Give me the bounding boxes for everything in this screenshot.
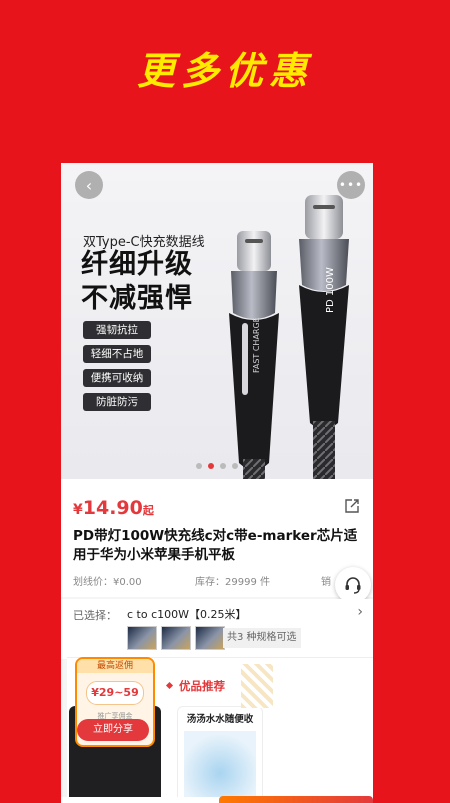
hero-headline-line-2: 不减强悍 xyxy=(81,283,193,314)
recommend-product-card[interactable]: 汤汤水水随便收 xyxy=(177,706,263,803)
spec-thumbnail[interactable] xyxy=(195,626,225,650)
carousel-dots xyxy=(61,463,373,469)
banner-title: 更多优惠 xyxy=(136,48,313,93)
spec-value: c to c100W【0.25米】 xyxy=(127,608,247,621)
more-dots-icon: ••• xyxy=(338,178,364,192)
spec-selector[interactable]: 已选择： c to c100W【0.25米】 › 共3 种规格可选 xyxy=(61,599,373,659)
cable-print-left: FAST CHARGE xyxy=(252,317,261,373)
carousel-dot[interactable] xyxy=(232,463,238,469)
hero-headline-line-1: 纤细升级 xyxy=(81,249,193,280)
share-now-button[interactable]: 立即分享 xyxy=(77,719,149,741)
commission-range: ¥29~59 xyxy=(86,681,144,705)
price: ¥14.90起 xyxy=(73,497,154,519)
back-button[interactable]: ‹ xyxy=(75,171,103,199)
price-suffix: 起 xyxy=(142,504,154,517)
carousel-dot-active[interactable] xyxy=(208,463,214,469)
carousel-dot[interactable] xyxy=(196,463,202,469)
recommend-title: 优品推荐 xyxy=(179,679,225,693)
product-info: ¥14.90起 PD带灯100W快充线c对c带e-marker芯片适用于华为小米… xyxy=(61,479,373,597)
hero-headline: 纤细升级 不减强悍 xyxy=(81,248,193,316)
customer-service-button[interactable] xyxy=(335,567,371,603)
product-image-carousel[interactable]: FAST CHARGE PD 100W ‹ ••• 双Type-C快充数据线 纤… xyxy=(61,163,373,479)
spec-count: 共3 种规格可选 xyxy=(223,628,301,648)
product-title: PD带灯100W快充线c对c带e-marker芯片适用于华为小米苹果手机平板 xyxy=(73,528,358,563)
headset-icon xyxy=(345,577,361,594)
more-button[interactable]: ••• xyxy=(337,171,365,199)
price-value: 14.90 xyxy=(82,497,143,519)
chevron-left-icon: ‹ xyxy=(85,175,93,195)
commission-title: 最高返佣 xyxy=(77,659,153,673)
product-detail-screen: FAST CHARGE PD 100W ‹ ••• 双Type-C快充数据线 纤… xyxy=(61,163,373,803)
recommend-card-title: 汤汤水水随便收 xyxy=(186,714,254,725)
feature-tag: 便携可收纳 xyxy=(83,369,151,387)
spec-thumbnails xyxy=(127,626,225,650)
feature-tag: 强韧抗拉 xyxy=(83,321,151,339)
feature-tag: 轻细不占地 xyxy=(83,345,151,363)
stock: 库存：29999 件 xyxy=(195,577,270,588)
diamond-icon xyxy=(165,681,174,690)
cable-print-right: PD 100W xyxy=(325,267,336,313)
spec-thumbnail[interactable] xyxy=(161,626,191,650)
original-price: 划线价：¥0.00 xyxy=(73,577,142,588)
spec-label: 已选择： xyxy=(73,609,117,622)
chevron-right-icon: › xyxy=(357,604,363,620)
spec-thumbnail[interactable] xyxy=(127,626,157,650)
price-symbol: ¥ xyxy=(73,502,83,518)
sales: 销 xyxy=(321,577,331,588)
recommend-card-image xyxy=(184,731,256,801)
feature-tag: 防脏防污 xyxy=(83,393,151,411)
carousel-dot[interactable] xyxy=(220,463,226,469)
feature-tags: 强韧抗拉 轻细不占地 便携可收纳 防脏防污 xyxy=(83,321,151,417)
share-icon[interactable] xyxy=(343,497,361,515)
recommend-product-card[interactable] xyxy=(241,664,273,708)
